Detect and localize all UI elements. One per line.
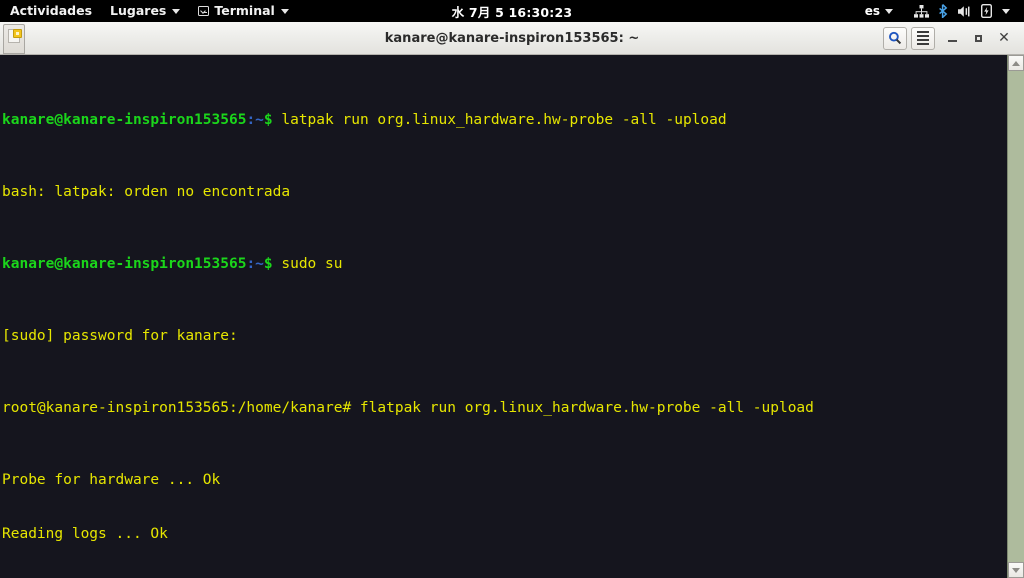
clock-label[interactable]: 水 7月 5 16:30:23 [452,5,573,20]
gnome-top-bar: Actividades Lugares Terminal 水 7月 5 16:3… [0,0,1024,22]
activities-button[interactable]: Actividades [0,0,101,22]
terminal-line: bash: latpak: orden no encontrada [2,184,291,200]
keyboard-layout-menu[interactable]: es [858,0,900,22]
window-title: kanare@kanare-inspiron153565: ~ [384,30,640,46]
prompt-sigil: $ [263,256,273,272]
scrollbar-up-button[interactable] [1008,55,1024,71]
top-bar-right-group: es [858,0,1024,22]
network-wired-icon [914,4,929,18]
window-title-bar[interactable]: kanare@kanare-inspiron153565: ~ ✕ [0,22,1024,55]
terminal-icon [198,6,210,16]
activities-label: Actividades [10,2,93,18]
terminal-scrollbar[interactable] [1007,55,1024,578]
prompt-path: :~ [246,112,264,128]
terminal-line: [sudo] password for kanare: [2,328,238,344]
terminal-line: Probe for hardware ... Ok [2,472,221,488]
keyboard-layout-label: es [864,4,880,18]
chevron-down-icon [280,8,289,14]
tab-thumbnail[interactable] [3,23,25,54]
terminal-line: kanare@kanare-inspiron153565:~$ sudo su [2,255,1007,273]
minimize-button[interactable] [939,25,965,51]
chevron-up-icon [1012,60,1020,66]
root-prompt: root@kanare-inspiron153565:/home/kanare# [2,400,352,416]
terminal-line: kanare@kanare-inspiron153565:~$ latpak r… [2,111,1007,129]
minimize-icon [947,40,957,42]
terminal-window: kanare@kanare-inspiron153565: ~ ✕ kanare… [0,22,1024,578]
prompt-path: :~ [246,256,264,272]
places-label: Lugares [110,2,167,18]
app-menu-label: Terminal [214,2,275,18]
app-menu-terminal[interactable]: Terminal [189,0,297,22]
volume-icon [958,5,970,17]
system-status-area[interactable] [900,0,1016,22]
hamburger-menu-icon [917,31,929,45]
chevron-down-icon [885,8,893,14]
scrollbar-down-button[interactable] [1008,562,1024,578]
top-bar-left-group: Actividades Lugares Terminal [0,0,298,22]
maximize-icon [974,34,982,42]
battery-icon [981,4,992,18]
system-menu-chevron-icon [1002,8,1010,14]
maximize-button[interactable] [965,25,991,51]
terminal-body[interactable]: kanare@kanare-inspiron153565:~$ latpak r… [0,55,1024,578]
search-button[interactable] [883,26,907,50]
terminal-line: root@kanare-inspiron153565:/home/kanare#… [2,399,1007,417]
prompt-user: kanare@kanare-inspiron153565 [2,256,247,272]
desktop-screen: Actividades Lugares Terminal 水 7月 5 16:3… [0,0,1024,578]
terminal-command: latpak run org.linux_hardware.hw-probe -… [272,112,727,128]
terminal-line: Reading logs ... Ok [2,526,168,542]
chevron-down-icon [172,8,181,14]
menu-button[interactable] [911,26,935,50]
star-badge-icon [13,28,22,38]
search-icon [889,31,902,45]
terminal-output: kanare@kanare-inspiron153565:~$ latpak r… [0,55,1007,578]
places-menu[interactable]: Lugares [101,0,189,22]
terminal-command: sudo su [272,256,343,272]
prompt-user: kanare@kanare-inspiron153565 [2,112,247,128]
terminal-command: flatpak run org.linux_hardware.hw-probe … [351,400,814,416]
window-controls: ✕ [883,22,1024,55]
bluetooth-icon [939,4,948,18]
close-button[interactable]: ✕ [991,25,1017,51]
chevron-down-icon [1012,567,1020,573]
prompt-sigil: $ [263,112,273,128]
close-icon: ✕ [998,30,1010,46]
